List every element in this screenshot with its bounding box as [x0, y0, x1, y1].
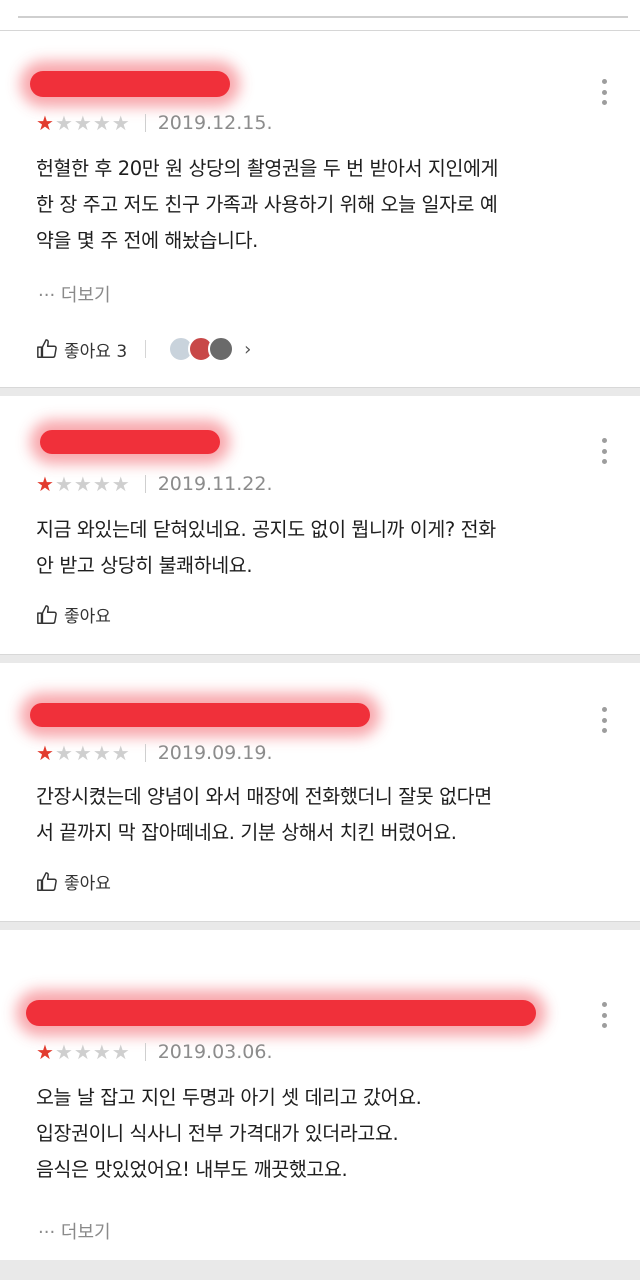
star-icon: ★ — [54, 111, 74, 135]
review-date: 2019.03.06. — [157, 1041, 273, 1063]
review-meta: ★ ★ ★ ★ ★ 2019.09.19. — [36, 741, 273, 765]
review-text: 헌혈한 후 20만 원 상당의 촬영권을 두 번 받아서 지인에게 한 장 주고… — [36, 151, 610, 259]
review-line: 헌혈한 후 20만 원 상당의 촬영권을 두 번 받아서 지인에게 — [36, 157, 499, 180]
review-line: 음식은 맛있었어요! 내부도 깨끗했고요. — [36, 1158, 348, 1181]
more-link[interactable]: ··· 더보기 — [38, 281, 111, 307]
star-icon: ★ — [92, 1040, 112, 1064]
review-line: 지금 와있는데 닫혀있네요. 공지도 없이 뭡니까 이게? 전화 — [36, 518, 496, 541]
redacted-username — [26, 1000, 536, 1026]
star-icon: ★ — [111, 1040, 131, 1064]
star-icon: ★ — [54, 1040, 74, 1064]
star-icon: ★ — [73, 111, 93, 135]
review-text: 오늘 날 잡고 지인 두명과 아기 셋 데리고 갔어요. 입장권이니 식사니 전… — [36, 1080, 610, 1188]
review-text: 지금 와있는데 닫혀있네요. 공지도 없이 뭡니까 이게? 전화 안 받고 상당… — [36, 512, 610, 584]
star-icon: ★ — [36, 1040, 55, 1064]
thumbs-up-icon[interactable] — [36, 871, 58, 893]
redacted-username — [30, 71, 230, 97]
star-icon: ★ — [111, 111, 131, 135]
review-meta: ★ ★ ★ ★ ★ 2019.12.15. — [36, 111, 273, 135]
divider — [144, 114, 146, 132]
review-meta: ★ ★ ★ ★ ★ 2019.11.22. — [36, 472, 273, 496]
review-text: 간장시켰는데 양념이 와서 매장에 전화했더니 잘못 없다면 서 끝까지 막 잡… — [36, 779, 610, 851]
like-label[interactable]: 좋아요 — [64, 869, 111, 894]
like-row: 좋아요 — [36, 602, 111, 627]
review-card: ★ ★ ★ ★ ★ 2019.09.19. 간장시켰는데 양념이 와서 매장에 전화했더… — [0, 663, 640, 922]
vertical-ellipsis-icon[interactable] — [602, 438, 608, 464]
star-icon: ★ — [54, 472, 74, 496]
top-bar — [0, 0, 640, 31]
star-icon: ★ — [73, 741, 93, 765]
review-date: 2019.11.22. — [157, 473, 273, 495]
review-card: ★ ★ ★ ★ ★ 2019.03.06. 오늘 날 잡고 지인 두명과 아기 셋 데리… — [0, 930, 640, 1260]
star-rating: ★ ★ ★ ★ ★ — [36, 741, 131, 765]
review-date: 2019.09.19. — [157, 742, 273, 764]
star-icon: ★ — [73, 472, 93, 496]
review-line: 입장권이니 식사니 전부 가격대가 있더라고요. — [36, 1122, 399, 1145]
star-icon: ★ — [92, 472, 112, 496]
divider — [18, 16, 628, 18]
review-line: 서 끝까지 막 잡아떼네요. 기분 상해서 치킨 버렸어요. — [36, 821, 457, 844]
star-rating: ★ ★ ★ ★ ★ — [36, 472, 131, 496]
like-label[interactable]: 좋아요 — [64, 602, 111, 627]
review-meta: ★ ★ ★ ★ ★ 2019.03.06. — [36, 1040, 273, 1064]
vertical-ellipsis-icon[interactable] — [602, 1002, 608, 1028]
thumbs-up-icon[interactable] — [36, 604, 58, 626]
divider — [144, 475, 146, 493]
thumbs-up-icon[interactable] — [36, 338, 58, 360]
star-icon: ★ — [111, 472, 131, 496]
chevron-right-icon[interactable]: › — [244, 339, 251, 360]
like-row: 좋아요 — [36, 869, 111, 894]
redacted-username — [30, 703, 370, 727]
more-link[interactable]: ··· 더보기 — [38, 1218, 111, 1244]
star-icon: ★ — [111, 741, 131, 765]
divider — [144, 1043, 146, 1061]
star-rating: ★ ★ ★ ★ ★ — [36, 111, 131, 135]
redacted-username — [40, 430, 220, 454]
star-icon: ★ — [36, 472, 55, 496]
review-line: 간장시켰는데 양념이 와서 매장에 전화했더니 잘못 없다면 — [36, 785, 492, 808]
like-count[interactable]: 좋아요 3 — [64, 337, 127, 362]
star-icon: ★ — [36, 111, 55, 135]
divider — [144, 744, 146, 762]
star-icon: ★ — [73, 1040, 93, 1064]
review-date: 2019.12.15. — [157, 112, 273, 134]
star-icon: ★ — [92, 111, 112, 135]
liker-avatars[interactable] — [168, 336, 235, 362]
avatar — [208, 336, 235, 362]
star-icon: ★ — [36, 741, 55, 765]
like-row: 좋아요 3 › — [36, 336, 251, 362]
review-card: ★ ★ ★ ★ ★ 2019.11.22. 지금 와있는데 닫혀있네요. 공지도 없이 … — [0, 396, 640, 655]
vertical-ellipsis-icon[interactable] — [602, 79, 608, 105]
star-icon: ★ — [92, 741, 112, 765]
vertical-ellipsis-icon[interactable] — [602, 707, 608, 733]
review-line: 한 장 주고 저도 친구 가족과 사용하기 위해 오늘 일자로 예 — [36, 193, 498, 216]
divider — [145, 340, 147, 358]
star-icon: ★ — [54, 741, 74, 765]
review-line: 오늘 날 잡고 지인 두명과 아기 셋 데리고 갔어요. — [36, 1086, 422, 1109]
review-line: 안 받고 상당히 불쾌하네요. — [36, 554, 253, 577]
review-line: 약을 몇 주 전에 해놨습니다. — [36, 229, 258, 252]
star-rating: ★ ★ ★ ★ ★ — [36, 1040, 131, 1064]
review-card: ★ ★ ★ ★ ★ 2019.12.15. 헌혈한 후 20만 원 상당의 촬영권을 두… — [0, 31, 640, 388]
